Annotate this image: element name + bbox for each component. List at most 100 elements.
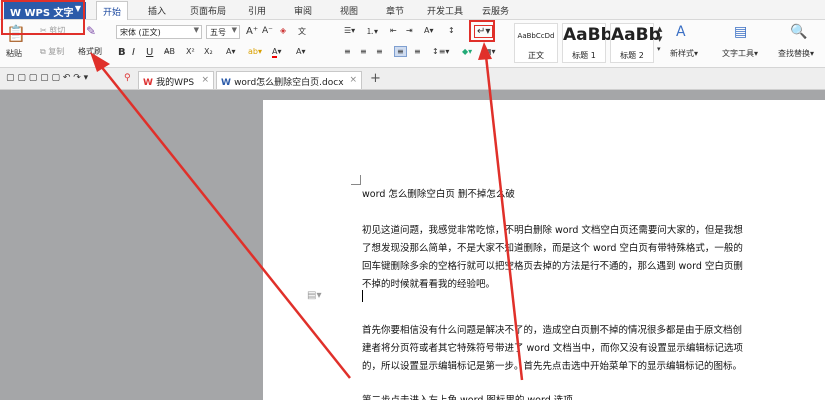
doc-line: 不掉的时候就看看我的经验吧。	[362, 279, 496, 290]
ribbon: 📋 粘贴 ✂ 剪切 ⧉ 复制 格式刷 ✎ 宋体 (正文) ▼ 五号 ▼ A⁺ A⁻ …	[0, 20, 825, 68]
tab-insert[interactable]: 插入	[148, 4, 166, 17]
tab-my-wps[interactable]: W 我的WPS ×	[138, 71, 214, 89]
line-spacing-icon[interactable]: ↕≡▾	[432, 47, 449, 56]
paste-icon[interactable]: 📋	[6, 24, 26, 43]
italic-icon[interactable]: I	[132, 47, 135, 58]
doc-line: 了想发现没那么简单，不是大家不知道删除，而是这个 word 空白页有带特殊格式，…	[362, 243, 743, 254]
style-normal[interactable]: AaBbCcDd 正文	[514, 23, 558, 63]
clear-format-icon[interactable]: ◈	[280, 26, 286, 35]
paragraph-icon: ▤▾	[307, 290, 322, 301]
document-tab-bar: ▢ ▢ ▢ ▢ ▢ ↶ ↷ ▾ ⚲ W 我的WPS × W word怎么删除空白…	[0, 68, 825, 90]
copy-label: 复制	[48, 47, 65, 56]
style-heading-2-sample: AaBb	[611, 25, 661, 45]
chinese-layout-icon[interactable]: A▾	[424, 26, 434, 35]
bold-icon[interactable]: B	[118, 47, 126, 58]
tab-chapter[interactable]: 章节	[386, 4, 404, 17]
styles-scroll-icon[interactable]: ▲ ▼ ▾	[657, 24, 662, 54]
new-style-icon: A	[676, 24, 686, 40]
tab-document[interactable]: W word怎么删除空白页.docx ×	[216, 71, 362, 89]
style-heading-2-label: 标题 2	[620, 51, 644, 60]
shading-icon[interactable]: ◆▾	[462, 47, 472, 56]
sort-icon[interactable]: ↕	[448, 26, 455, 35]
tab-references[interactable]: 引用	[248, 4, 266, 17]
find-replace-button[interactable]: 查找替换▾	[778, 48, 814, 59]
style-heading-1[interactable]: AaBb 标题 1	[562, 23, 613, 63]
tab-developer[interactable]: 开发工具	[427, 4, 463, 17]
find-replace-icon: 🔍	[790, 24, 808, 40]
text-tools-button[interactable]: 文字工具▾	[722, 48, 758, 59]
bullet-list-icon[interactable]: ☰▾	[344, 26, 355, 35]
grow-font-icon[interactable]: A⁺	[246, 26, 258, 37]
highlight-icon[interactable]: ab▾	[248, 47, 262, 56]
style-normal-label: 正文	[528, 51, 544, 60]
format-painter-button[interactable]: 格式刷	[78, 46, 102, 57]
wps-logo-icon: W	[10, 8, 25, 19]
style-heading-1-label: 标题 1	[572, 51, 596, 60]
style-heading-1-sample: AaBb	[563, 25, 613, 45]
distribute-icon[interactable]: ≡	[414, 47, 421, 56]
doc-line: word 怎么删除空白页 删不掉怎么破	[362, 189, 515, 200]
chevron-down-icon: ▼	[231, 26, 237, 34]
strikethrough-icon[interactable]: A̶B	[164, 47, 175, 56]
document-page[interactable]: ▤▾ word 怎么删除空白页 删不掉怎么破 初见这道问题，我感觉非常吃惊，不明…	[263, 100, 825, 400]
app-name: WPS 文字	[24, 8, 74, 19]
align-right-icon[interactable]: ≡	[376, 47, 383, 56]
new-style-label: 新样式	[670, 49, 694, 58]
show-edit-marks-icon[interactable]: ↵▾	[474, 25, 494, 38]
chevron-down-icon: ▼	[193, 26, 199, 34]
style-normal-sample: AaBbCcDd	[517, 32, 555, 40]
tab-my-wps-label: 我的WPS	[156, 78, 195, 88]
doc-line: 初见这道问题，我感觉非常吃惊，不明白删除 word 文档空白页还需要问大家的，但…	[362, 225, 743, 236]
tab-document-label: word怎么删除空白页.docx	[234, 78, 344, 88]
tab-page-layout[interactable]: 页面布局	[190, 4, 226, 17]
font-name-value: 宋体 (正文)	[120, 28, 161, 37]
close-icon[interactable]: ×	[201, 75, 209, 85]
decrease-indent-icon[interactable]: ⇤	[390, 26, 397, 35]
copy-button[interactable]: ⧉ 复制	[40, 46, 64, 57]
style-heading-2[interactable]: AaBb 标题 2	[610, 23, 661, 63]
wps-app-menu-button[interactable]: W WPS 文字 ▼	[4, 2, 86, 19]
text-effect-icon[interactable]: A▾	[226, 47, 236, 56]
font-name-select[interactable]: 宋体 (正文) ▼	[116, 25, 202, 39]
underline-icon[interactable]: U	[146, 47, 153, 58]
superscript-icon[interactable]: X²	[186, 47, 195, 56]
menu-bar: W WPS 文字 ▼ 开始 插入 页面布局 引用 审阅 视图 章节 开发工具 云…	[0, 0, 825, 21]
cut-button[interactable]: ✂ 剪切	[40, 25, 65, 36]
subscript-icon[interactable]: X₂	[204, 47, 213, 56]
tab-review[interactable]: 审阅	[294, 4, 312, 17]
doc-line: 建者将分页符或者其它特殊符号带进了 word 文档当中，而你又没有设置显示编辑标…	[362, 343, 743, 354]
phonetic-icon[interactable]: 文	[298, 26, 306, 37]
number-list-icon[interactable]: ⒈▾	[366, 26, 378, 37]
quick-access-icons[interactable]: ▢ ▢ ▢ ▢ ▢ ↶ ↷ ▾	[6, 73, 88, 83]
doc-line: 首先你要相信没有什么问题是解决不了的，造成空白页删不掉的情况很多都是由于原文档创	[362, 325, 743, 336]
font-size-select[interactable]: 五号 ▼	[206, 25, 240, 39]
paste-button[interactable]: 粘贴	[6, 48, 22, 59]
new-style-button[interactable]: 新样式▾	[670, 48, 698, 59]
chevron-down-icon: ▼	[74, 4, 81, 13]
increase-indent-icon[interactable]: ⇥	[406, 26, 413, 35]
pin-icon[interactable]: ⚲	[124, 73, 131, 83]
tab-home[interactable]: 开始	[96, 1, 129, 21]
justify-icon[interactable]: ≡	[394, 46, 407, 57]
tab-cloud[interactable]: 云服务	[482, 4, 509, 17]
doc-line: 第二步点击进入左上角 word 图标里的 word 选项	[362, 392, 822, 400]
cut-label: 剪切	[49, 26, 66, 35]
shrink-font-icon[interactable]: A⁻	[262, 26, 273, 36]
text-tools-icon: ▤	[734, 24, 748, 40]
char-shading-icon[interactable]: A▾	[296, 47, 306, 56]
close-icon[interactable]: ×	[349, 75, 357, 85]
font-size-value: 五号	[210, 28, 226, 37]
doc-line: 回车键删除多余的空格行就可以把空格页去掉的方法是行不通的，那么遇到 word 空…	[362, 261, 743, 272]
new-tab-button[interactable]: +	[370, 71, 381, 86]
tab-view[interactable]: 视图	[340, 4, 358, 17]
text-cursor	[362, 290, 363, 302]
font-color-icon[interactable]: A▾	[272, 47, 282, 58]
align-center-icon[interactable]: ≡	[360, 47, 367, 56]
format-painter-icon: ✎	[86, 24, 97, 38]
align-left-icon[interactable]: ≡	[344, 47, 351, 56]
find-replace-label: 查找替换	[778, 49, 810, 58]
doc-line: 的，所以设置显示编辑标记是第一步。首先先点击选中开始菜单下的显示编辑标记的图标。	[362, 361, 743, 372]
border-icon[interactable]: ▦▾	[484, 47, 496, 56]
wps-logo-icon: W	[143, 78, 157, 88]
margin-corner-mark	[351, 175, 361, 185]
